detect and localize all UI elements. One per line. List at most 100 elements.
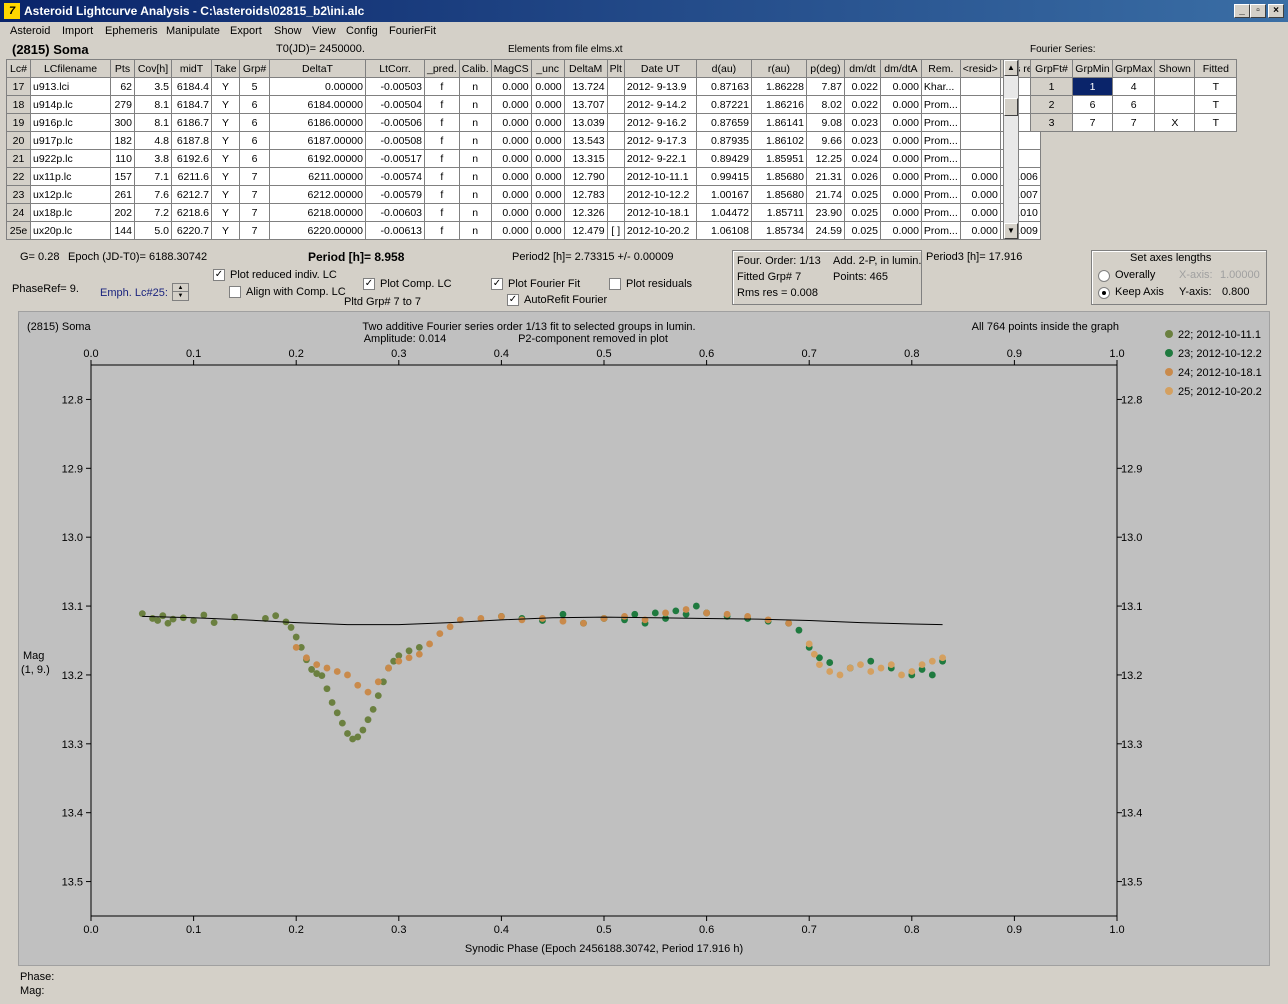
fourier-cell[interactable]: 4 <box>1111 77 1156 96</box>
lightcurve-plot[interactable]: (2815) Soma Two additive Fourier series … <box>18 311 1270 966</box>
table-cell[interactable]: Prom... <box>920 203 961 222</box>
table-cell[interactable]: 6187.8 <box>171 131 212 150</box>
table-cell[interactable]: 12.479 <box>563 221 608 240</box>
table-cell[interactable]: 8.1 <box>134 113 172 132</box>
table-cell[interactable]: 7.2 <box>134 203 172 222</box>
table-cell[interactable]: 144 <box>110 221 135 240</box>
column-header[interactable]: Lc# <box>6 59 31 78</box>
table-cell[interactable]: n <box>458 95 492 114</box>
table-cell[interactable]: f <box>424 131 460 150</box>
table-cell[interactable]: 6212.7 <box>171 185 212 204</box>
table-cell[interactable]: 0.000 <box>490 77 532 96</box>
table-row[interactable]: 22 ux11p.lc 157 7.1 6211.6 Y 7 6211.00000 -0.005… <box>6 167 1041 186</box>
table-cell[interactable]: 1.85680 <box>750 185 807 204</box>
menu-manipulate[interactable]: Manipulate <box>166 25 220 37</box>
table-cell[interactable]: 1.86228 <box>750 77 807 96</box>
plot-fourier-checkbox[interactable]: ✓ <box>491 278 503 290</box>
table-cell[interactable]: 7.6 <box>134 185 172 204</box>
table-cell[interactable]: Prom... <box>920 113 961 132</box>
table-cell[interactable]: 0.024 <box>843 149 881 168</box>
table-cell[interactable]: -0.00503 <box>365 77 425 96</box>
table-cell[interactable] <box>959 131 1001 150</box>
table-cell[interactable]: 62 <box>110 77 135 96</box>
plot-reduced-checkbox[interactable]: ✓ <box>213 269 225 281</box>
fourier-column-header[interactable]: GrpMax <box>1111 59 1156 78</box>
table-cell[interactable]: 0.000 <box>879 113 922 132</box>
table-cell[interactable]: -0.00504 <box>365 95 425 114</box>
table-cell[interactable]: 0.025 <box>843 221 881 240</box>
table-cell[interactable]: 0.000 <box>490 95 532 114</box>
table-cell[interactable]: u917p.lc <box>30 131 111 150</box>
row-header[interactable]: 20 <box>6 131 31 150</box>
table-cell[interactable]: 0.000 <box>530 77 565 96</box>
table-cell[interactable]: Y <box>211 221 240 240</box>
table-cell[interactable]: 6220.7 <box>171 221 212 240</box>
table-cell[interactable]: 182 <box>110 131 135 150</box>
table-cell[interactable]: Y <box>211 95 240 114</box>
table-cell[interactable] <box>606 167 625 186</box>
table-cell[interactable]: 8.02 <box>805 95 845 114</box>
table-cell[interactable]: 110 <box>110 149 135 168</box>
table-cell[interactable]: 13.707 <box>563 95 608 114</box>
column-header[interactable]: midT <box>171 59 212 78</box>
table-cell[interactable]: 202 <box>110 203 135 222</box>
column-header[interactable]: Pts <box>110 59 135 78</box>
table-cell[interactable]: 0.000 <box>530 149 565 168</box>
table-cell[interactable]: ux12p.lc <box>30 185 111 204</box>
table-cell[interactable]: 6 <box>239 149 270 168</box>
table-cell[interactable]: 6 <box>239 95 270 114</box>
menu-config[interactable]: Config <box>346 25 378 37</box>
table-cell[interactable]: 6192.00000 <box>269 149 366 168</box>
fourier-cell[interactable]: X <box>1154 113 1196 132</box>
table-cell[interactable]: Y <box>211 131 240 150</box>
table-row[interactable]: 19 u916p.lc 300 8.1 6186.7 Y 6 6186.00000 -0.005… <box>6 113 1041 132</box>
menu-show[interactable]: Show <box>274 25 302 37</box>
table-cell[interactable]: -0.00517 <box>365 149 425 168</box>
table-cell[interactable]: 0.000 <box>490 203 532 222</box>
table-cell[interactable]: n <box>458 131 492 150</box>
column-header[interactable]: Grp# <box>239 59 270 78</box>
table-row[interactable]: 17 u913.lci 62 3.5 6184.4 Y 5 0.00000 -0.00503 f n… <box>6 77 1041 96</box>
table-cell[interactable]: 0.025 <box>843 203 881 222</box>
table-cell[interactable]: f <box>424 113 460 132</box>
keep-axis-radio[interactable] <box>1098 287 1110 299</box>
table-cell[interactable]: n <box>458 203 492 222</box>
restore-button[interactable]: ▫ <box>1250 4 1266 18</box>
table-cell[interactable]: 1.85951 <box>750 149 807 168</box>
table-cell[interactable]: 1.86216 <box>750 95 807 114</box>
table-cell[interactable]: 6 <box>239 113 270 132</box>
fourier-row[interactable]: 377XT <box>1030 113 1238 132</box>
table-cell[interactable]: 13.315 <box>563 149 608 168</box>
row-header[interactable]: 21 <box>6 149 31 168</box>
table-cell[interactable]: Prom... <box>920 95 961 114</box>
table-cell[interactable]: -0.00579 <box>365 185 425 204</box>
table-cell[interactable]: 7 <box>239 185 270 204</box>
table-cell[interactable]: 0.87163 <box>695 77 752 96</box>
table-cell[interactable]: 0.000 <box>530 185 565 204</box>
table-cell[interactable]: 0.87935 <box>695 131 752 150</box>
column-header[interactable]: LCfilename <box>30 59 111 78</box>
scroll-thumb[interactable] <box>1004 98 1018 116</box>
table-cell[interactable]: 7 <box>239 221 270 240</box>
table-cell[interactable]: 0.000 <box>879 167 922 186</box>
table-row[interactable]: 20 u917p.lc 182 4.8 6187.8 Y 6 6187.00000 -0.005… <box>6 131 1041 150</box>
table-cell[interactable]: 6 <box>239 131 270 150</box>
fourier-cell[interactable]: 1 <box>1072 77 1113 96</box>
table-cell[interactable]: f <box>424 221 460 240</box>
column-header[interactable]: Calib. <box>458 59 492 78</box>
table-cell[interactable]: Khar... <box>920 77 961 96</box>
table-cell[interactable]: 0.000 <box>530 221 565 240</box>
fourier-cell[interactable] <box>1154 95 1196 114</box>
table-cell[interactable]: 21.74 <box>805 185 845 204</box>
table-cell[interactable]: 1.85680 <box>750 167 807 186</box>
table-cell[interactable]: Prom... <box>920 131 961 150</box>
table-cell[interactable]: 1.86102 <box>750 131 807 150</box>
table-cell[interactable]: f <box>424 167 460 186</box>
table-cell[interactable]: u913.lci <box>30 77 111 96</box>
table-cell[interactable]: u922p.lc <box>30 149 111 168</box>
fourier-series-grid[interactable]: GrpFt# GrpMin GrpMax Shown Fitted 114T266T37… <box>1030 59 1238 132</box>
fourier-cell[interactable]: T <box>1194 113 1238 132</box>
table-cell[interactable]: 1.85734 <box>750 221 807 240</box>
column-header[interactable]: Cov[h] <box>134 59 172 78</box>
lightcurve-grid[interactable]: Lc# LCfilename Pts Cov[h] midT Take Grp# DeltaT… <box>6 59 1041 240</box>
